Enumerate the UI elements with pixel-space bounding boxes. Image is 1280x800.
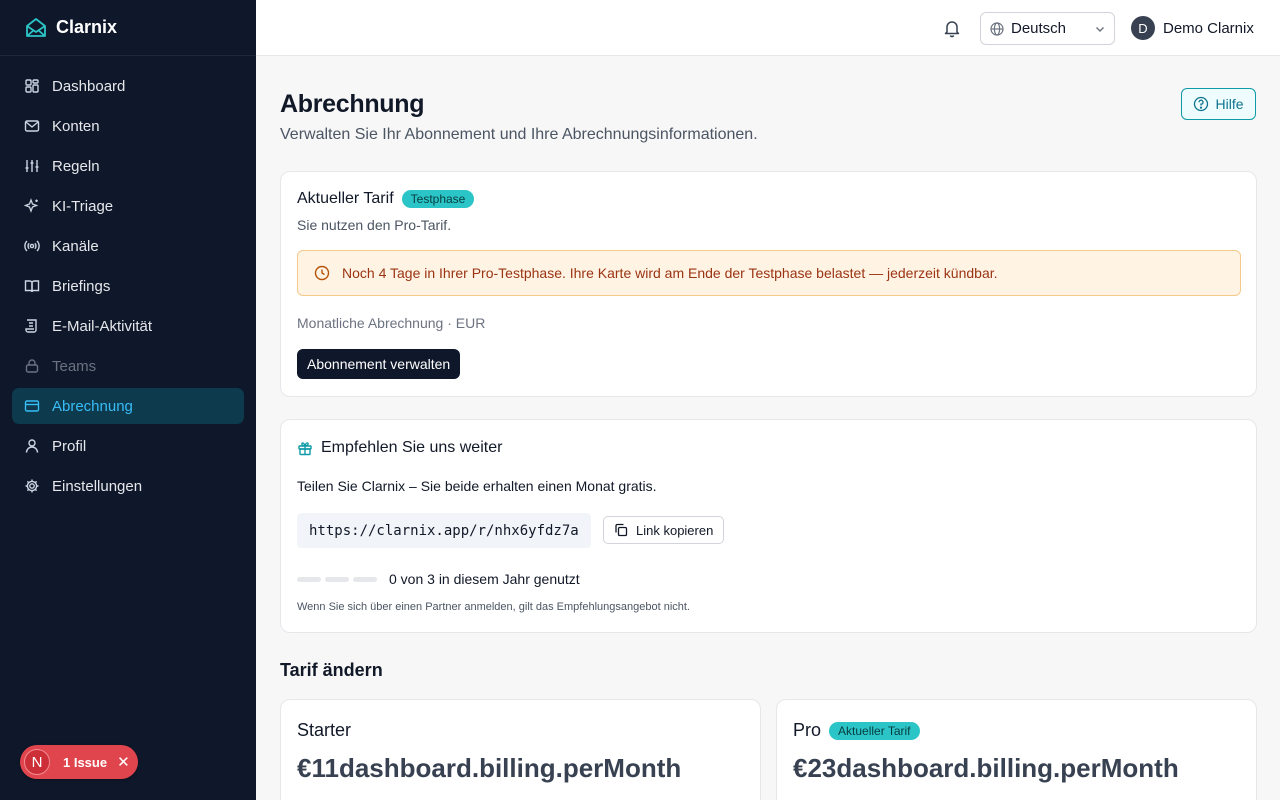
help-label: Hilfe	[1215, 96, 1244, 112]
bell-icon[interactable]	[942, 18, 962, 38]
referral-progress: 0 von 3 in diesem Jahr genutzt	[297, 571, 580, 587]
help-circle-icon	[1193, 96, 1209, 112]
book-icon	[24, 278, 40, 294]
progress-segment	[353, 576, 377, 582]
manage-subscription-button[interactable]: Abonnement verwalten	[297, 349, 461, 379]
page-subtitle: Verwalten Sie Ihr Abonnement und Ihre Ab…	[280, 126, 758, 143]
copy-icon	[614, 523, 628, 537]
sidebar-item-regeln[interactable]: Regeln	[12, 148, 244, 184]
sidebar-item-label: KI-Triage	[52, 197, 114, 215]
sidebar-item-einstellungen[interactable]: Einstellungen	[12, 468, 244, 504]
sidebar-item-label: Profil	[52, 437, 87, 455]
current-plan-card: Aktueller Tarif Testphase Sie nutzen den…	[280, 171, 1257, 397]
referral-progress-text: 0 von 3 in diesem Jahr genutzt	[389, 571, 580, 587]
sidebar: Clarnix Dashboard Konten Regeln KI-Triag…	[0, 0, 256, 800]
sidebar-item-email-aktivitaet[interactable]: E-Mail-Aktivität	[12, 308, 244, 344]
issue-indicator[interactable]: N 1 Issue ✕	[20, 745, 138, 779]
issue-count: 1 Issue	[63, 754, 108, 770]
sidebar-item-label: Konten	[52, 117, 100, 135]
status-badge: Testphase	[401, 190, 475, 208]
brand-name: Clarnix	[56, 17, 118, 37]
chevron-down-icon	[1094, 23, 1106, 35]
topbar: Deutsch D Demo Clarnix	[256, 0, 1280, 56]
dashboard-icon	[24, 78, 40, 94]
page-title: Abrechnung	[280, 90, 425, 118]
current-plan-badge: Aktueller Tarif	[829, 721, 920, 740]
sidebar-item-label: Einstellungen	[52, 477, 143, 495]
sidebar-item-konten[interactable]: Konten	[12, 108, 244, 144]
sidebar-item-abrechnung[interactable]: Abrechnung	[12, 388, 244, 424]
current-plan-title: Aktueller Tarif	[297, 190, 394, 207]
help-button[interactable]: Hilfe	[1181, 88, 1256, 120]
referral-title: Empfehlen Sie uns weiter	[321, 439, 503, 456]
user-menu[interactable]: D Demo Clarnix	[1131, 16, 1254, 40]
language-value: Deutsch	[1011, 20, 1067, 37]
sidebar-item-label: Teams	[52, 357, 97, 375]
current-plan-description: Sie nutzen den Pro-Tarif.	[297, 217, 452, 233]
change-plan-title: Tarif ändern	[280, 660, 383, 680]
progress-segment	[297, 576, 321, 582]
sidebar-nav: Dashboard Konten Regeln KI-Triage Kanäle…	[0, 56, 256, 520]
scroll-icon	[24, 318, 40, 334]
plan-price: €23dashboard.billing.perMonth	[793, 753, 1179, 783]
referral-card: Empfehlen Sie uns weiter Teilen Sie Clar…	[280, 419, 1257, 633]
globe-icon	[990, 21, 1004, 36]
user-name: Demo Clarnix	[1163, 19, 1254, 37]
broadcast-icon	[24, 238, 40, 254]
sidebar-item-ki-triage[interactable]: KI-Triage	[12, 188, 244, 224]
brand[interactable]: Clarnix	[0, 0, 256, 56]
clock-icon	[314, 265, 330, 281]
user-icon	[24, 438, 40, 454]
copy-link-label: Link kopieren	[636, 522, 714, 538]
plan-price: €11dashboard.billing.perMonth	[297, 753, 682, 783]
trial-alert-text: Noch 4 Tage in Ihrer Pro-Testphase. Ihre…	[342, 265, 998, 281]
plan-name: Starter	[297, 720, 352, 740]
gift-icon	[297, 440, 313, 456]
referral-note: Wenn Sie sich über einen Partner anmelde…	[297, 601, 690, 613]
close-icon[interactable]: ✕	[117, 753, 130, 771]
billing-info: Monatliche Abrechnung · EUR	[297, 315, 486, 331]
sidebar-item-label: Kanäle	[52, 237, 99, 255]
sidebar-item-profil[interactable]: Profil	[12, 428, 244, 464]
avatar: D	[1131, 16, 1155, 40]
progress-segment	[325, 576, 349, 582]
sidebar-item-label: Abrechnung	[52, 397, 133, 415]
gear-icon	[24, 478, 40, 494]
sidebar-item-briefings[interactable]: Briefings	[12, 268, 244, 304]
sidebar-item-label: Dashboard	[52, 77, 126, 95]
sparkles-icon	[24, 198, 40, 214]
trial-alert: Noch 4 Tage in Ihrer Pro-Testphase. Ihre…	[297, 250, 1241, 296]
issue-logo: N	[24, 749, 50, 775]
sidebar-item-label: Regeln	[52, 157, 100, 175]
lock-icon	[24, 358, 40, 374]
sidebar-item-label: E-Mail-Aktivität	[52, 317, 153, 335]
language-select[interactable]: Deutsch	[980, 12, 1115, 45]
referral-link[interactable]: https://clarnix.app/r/nhx6yfdz7a	[297, 513, 591, 548]
mail-icon	[24, 118, 40, 134]
plan-card-starter[interactable]: Starter €11dashboard.billing.perMonth	[280, 699, 761, 800]
copy-link-button[interactable]: Link kopieren	[603, 516, 725, 544]
plan-name: Pro	[793, 720, 822, 740]
sliders-icon	[24, 158, 40, 174]
sidebar-item-dashboard[interactable]: Dashboard	[12, 68, 244, 104]
sidebar-item-label: Briefings	[52, 277, 111, 295]
credit-card-icon	[24, 398, 40, 414]
referral-intro: Teilen Sie Clarnix – Sie beide erhalten …	[297, 478, 657, 494]
plan-card-pro[interactable]: Pro Aktueller Tarif €23dashboard.billing…	[776, 699, 1257, 800]
sidebar-item-kanaele[interactable]: Kanäle	[12, 228, 244, 264]
sidebar-item-teams[interactable]: Teams	[12, 348, 244, 384]
mail-logo-icon	[24, 16, 48, 40]
